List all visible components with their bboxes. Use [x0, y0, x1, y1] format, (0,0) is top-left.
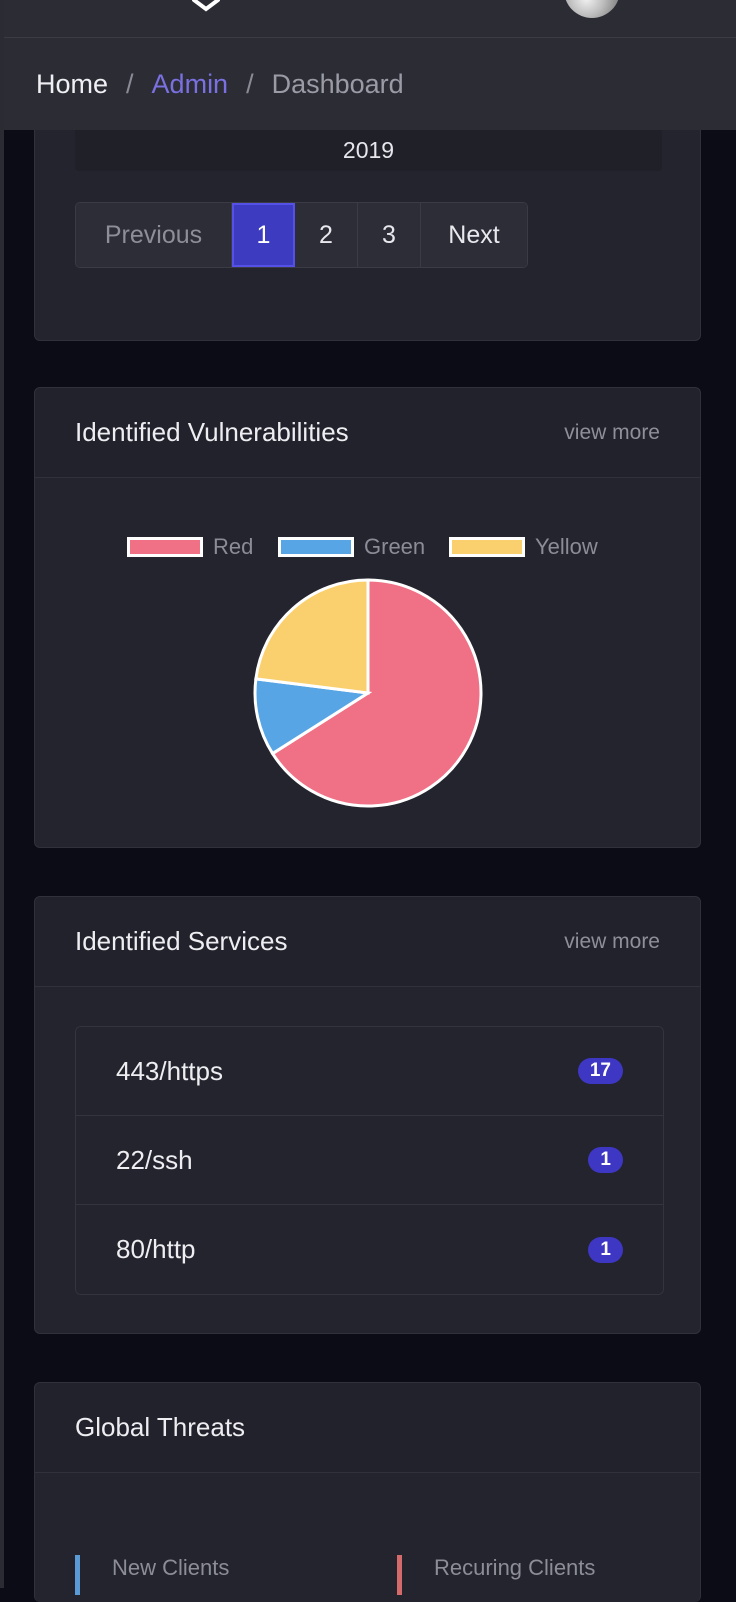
legend-item-red[interactable]: Red [127, 534, 253, 560]
card-header: Identified Services view more [35, 897, 700, 987]
service-name: 22/ssh [116, 1144, 193, 1175]
legend-swatch [449, 537, 525, 557]
top-app-bar [4, 0, 736, 38]
avatar[interactable] [564, 0, 620, 18]
list-item[interactable]: 22/ssh 1 [76, 1116, 663, 1205]
pie-slice-yellow[interactable] [254, 578, 370, 695]
stat-recuring-clients: Recuring Clients [397, 1555, 595, 1595]
card-title: Global Threats [75, 1412, 246, 1442]
stat-label: New Clients [112, 1555, 230, 1580]
legend-swatch [278, 537, 354, 557]
chevron-down-icon[interactable] [192, 0, 220, 12]
legend-label: Green [364, 534, 426, 559]
list-item[interactable]: 80/http 1 [76, 1205, 663, 1294]
pagination: Previous 1 2 3 Next [75, 202, 528, 268]
count-badge: 17 [577, 1058, 623, 1084]
legend-item-yellow[interactable]: Yellow [449, 534, 598, 560]
left-edge [0, 0, 4, 1588]
legend-swatch [127, 537, 203, 557]
legend-label: Red [213, 534, 254, 559]
view-more-link[interactable]: view more [564, 930, 660, 954]
list-item[interactable]: 443/https 17 [76, 1027, 663, 1116]
card-title: Identified Services [75, 926, 288, 956]
breadcrumb-admin[interactable]: Admin [152, 69, 229, 100]
stat-new-clients: New Clients [75, 1555, 229, 1595]
year-text: 2019 [342, 137, 395, 163]
page-button-3[interactable]: 3 [358, 203, 421, 267]
card-title: Identified Vulnerabilities [75, 417, 349, 447]
breadcrumb-home[interactable]: Home [36, 69, 108, 100]
previous-page-button[interactable]: Previous [76, 203, 232, 267]
breadcrumb-separator: / [246, 68, 254, 99]
vulnerabilities-card: Identified Vulnerabilities view more Red… [34, 387, 701, 848]
count-badge: 1 [588, 1147, 623, 1173]
breadcrumb: Home / Admin / Dashboard [4, 38, 736, 130]
page-button-2[interactable]: 2 [295, 203, 358, 267]
service-name: 80/http [116, 1234, 196, 1264]
service-name: 443/https [116, 1055, 223, 1086]
services-list: 443/https 17 22/ssh 1 80/http 1 [75, 1026, 664, 1295]
stat-label: Recuring Clients [434, 1555, 596, 1580]
next-page-button[interactable]: Next [421, 203, 527, 267]
legend-item-green[interactable]: Green [278, 534, 425, 560]
vulnerabilities-pie-chart[interactable] [251, 576, 485, 810]
card-header: Identified Vulnerabilities view more [35, 388, 700, 478]
legend-label: Yellow [535, 534, 598, 559]
breadcrumb-separator: / [126, 68, 134, 99]
global-threats-card: Global Threats New Clients Recuring Clie… [34, 1382, 701, 1602]
page-button-1[interactable]: 1 [232, 203, 295, 267]
count-badge: 1 [588, 1236, 623, 1263]
view-more-link[interactable]: view more [564, 421, 660, 445]
services-card: Identified Services view more 443/https … [34, 896, 701, 1334]
chart-legend: Red Green Yellow [35, 534, 702, 564]
card-header: Global Threats [35, 1383, 700, 1473]
breadcrumb-current: Dashboard [271, 68, 404, 99]
